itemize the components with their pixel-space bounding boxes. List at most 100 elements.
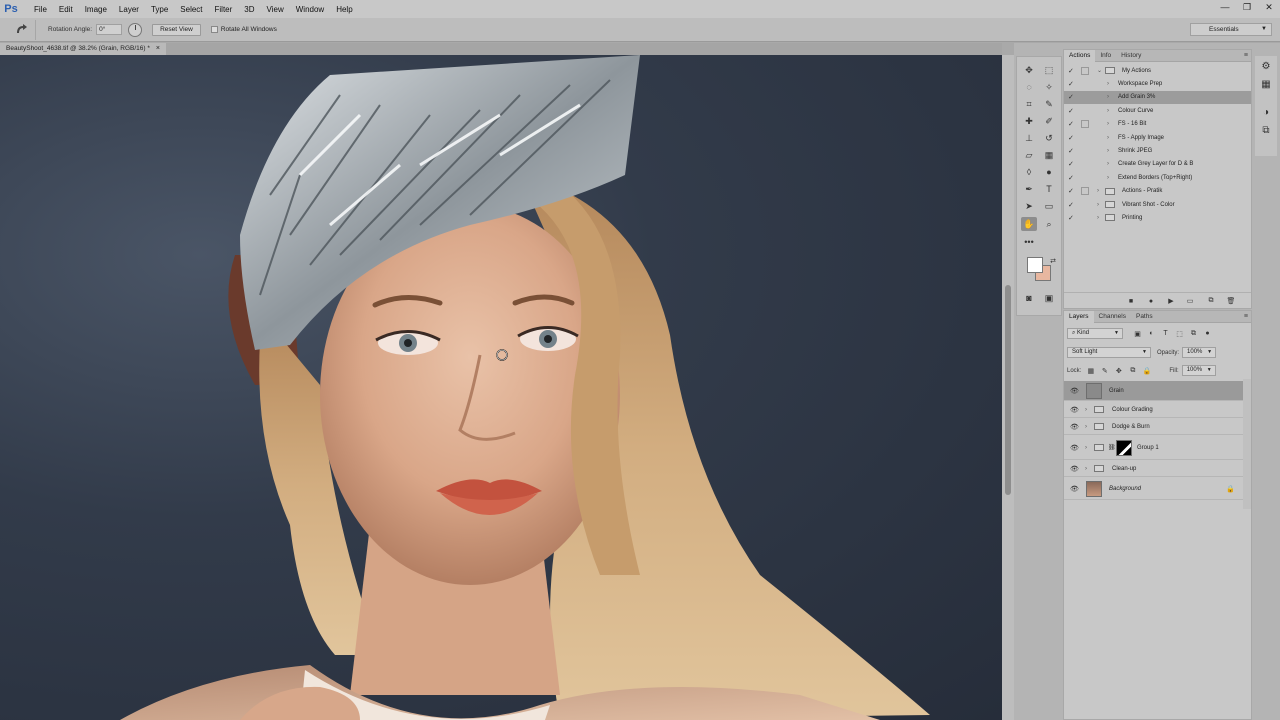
scrollbar-thumb[interactable] — [1005, 285, 1011, 495]
panel-menu-icon[interactable]: ≡ — [1244, 52, 1248, 59]
layer-row[interactable]: 👁 › ⛓ Group 1 — [1064, 436, 1243, 460]
stop-icon[interactable]: ■ — [1126, 296, 1136, 306]
action-row[interactable]: ✓ › Printing — [1064, 211, 1251, 224]
new-action-icon[interactable]: ⧉ — [1206, 296, 1216, 306]
action-row[interactable]: ✓ › Actions - Pratik — [1064, 185, 1251, 198]
modal-toggle-icon[interactable] — [1081, 187, 1089, 196]
minimize-button[interactable]: — — [1214, 0, 1236, 14]
action-row[interactable]: ✓ › Shrink JPEG — [1064, 144, 1251, 157]
action-toggle-checkbox[interactable]: ✓ — [1068, 174, 1074, 182]
chevron-right-icon[interactable]: › — [1085, 407, 1087, 413]
action-toggle-checkbox[interactable]: ✓ — [1068, 93, 1074, 101]
filter-toggle-icon[interactable]: ● — [1203, 329, 1212, 338]
modal-toggle-icon[interactable] — [1081, 66, 1089, 75]
action-toggle-checkbox[interactable]: ✓ — [1068, 160, 1074, 168]
lock-artboard-icon[interactable]: ⧉ — [1128, 366, 1137, 375]
crop-tool-icon[interactable]: ⌗ — [1021, 97, 1037, 111]
action-toggle-checkbox[interactable]: ✓ — [1068, 147, 1074, 155]
zoom-tool-icon[interactable]: ⌕ — [1041, 217, 1057, 231]
tab-info[interactable]: Info — [1095, 50, 1116, 62]
brush-tool-icon[interactable]: ✐ — [1041, 114, 1057, 128]
action-row[interactable]: ✓ › Colour Curve — [1064, 104, 1251, 117]
menu-file[interactable]: File — [28, 5, 53, 14]
new-set-icon[interactable]: ▭ — [1185, 296, 1195, 306]
action-toggle-checkbox[interactable]: ✓ — [1068, 80, 1074, 88]
layers-scrollbar[interactable] — [1243, 379, 1251, 509]
action-row[interactable]: ✓ › Extend Borders (Top+Right) — [1064, 171, 1251, 184]
visibility-eye-icon[interactable]: 👁 — [1070, 386, 1079, 395]
blend-mode-dropdown[interactable]: Soft Light ▼ — [1067, 347, 1151, 358]
visibility-eye-icon[interactable]: 👁 — [1070, 484, 1079, 493]
layer-row[interactable]: 👁 › Colour Grading — [1064, 402, 1243, 418]
menu-edit[interactable]: Edit — [53, 5, 79, 14]
rotation-dial[interactable] — [128, 22, 143, 37]
action-toggle-checkbox[interactable]: ✓ — [1068, 120, 1074, 128]
rotate-view-tool-preset-icon[interactable] — [8, 19, 36, 40]
type-tool-icon[interactable]: T — [1041, 182, 1057, 196]
tab-paths[interactable]: Paths — [1131, 311, 1158, 323]
chevron-right-icon[interactable]: › — [1107, 175, 1109, 181]
tab-layers[interactable]: Layers — [1064, 310, 1094, 323]
menu-help[interactable]: Help — [330, 5, 358, 14]
chevron-right-icon[interactable]: › — [1107, 94, 1109, 100]
move-tool-icon[interactable]: ✥ — [1021, 63, 1037, 77]
eyedropper-tool-icon[interactable]: ✎ — [1041, 97, 1057, 111]
action-toggle-checkbox[interactable]: ✓ — [1068, 67, 1074, 75]
delete-icon[interactable]: 🗑 — [1226, 296, 1236, 306]
gradient-tool-icon[interactable]: ▦ — [1041, 148, 1057, 162]
dodge-tool-icon[interactable]: ● — [1041, 165, 1057, 179]
chevron-right-icon[interactable]: › — [1107, 161, 1109, 167]
restore-button[interactable]: ❐ — [1236, 0, 1258, 14]
visibility-eye-icon[interactable]: 👁 — [1070, 422, 1079, 431]
filter-shape-icon[interactable]: ⬚ — [1175, 329, 1184, 338]
workspace-switcher[interactable]: Essentials ▼ — [1190, 23, 1272, 36]
chevron-right-icon[interactable]: › — [1107, 81, 1109, 87]
action-row[interactable]: ✓ › FS - 16 Bit — [1064, 118, 1251, 131]
action-row[interactable]: ✓ › Vibrant Shot - Color — [1064, 198, 1251, 211]
chevron-down-icon[interactable]: ⌄ — [1097, 67, 1102, 74]
action-toggle-checkbox[interactable]: ✓ — [1068, 201, 1074, 209]
action-row[interactable]: ✓ › Create Grey Layer for D & B — [1064, 158, 1251, 171]
action-toggle-checkbox[interactable]: ✓ — [1068, 107, 1074, 115]
chevron-right-icon[interactable]: › — [1107, 148, 1109, 154]
menu-3d[interactable]: 3D — [238, 5, 260, 14]
modal-toggle-icon[interactable] — [1081, 120, 1089, 129]
menu-image[interactable]: Image — [79, 5, 113, 14]
chevron-right-icon[interactable]: › — [1097, 215, 1099, 221]
healing-brush-tool-icon[interactable]: ✚ — [1021, 114, 1037, 128]
close-button[interactable]: ✕ — [1258, 0, 1280, 14]
chevron-right-icon[interactable]: › — [1085, 466, 1087, 472]
screen-mode-icon[interactable]: ▣ — [1041, 291, 1057, 305]
chevron-right-icon[interactable]: › — [1107, 121, 1109, 127]
visibility-eye-icon[interactable]: 👁 — [1070, 405, 1079, 414]
mask-link-icon[interactable]: ⛓ — [1108, 444, 1116, 451]
menu-filter[interactable]: Filter — [209, 5, 239, 14]
filter-adjustment-icon[interactable]: ◐ — [1147, 329, 1156, 338]
action-row[interactable]: ✓ › Workspace Prep — [1064, 77, 1251, 90]
layer-row[interactable]: 👁 Background 🔒 — [1064, 478, 1243, 500]
layer-row[interactable]: 👁 › Clean-up — [1064, 461, 1243, 477]
menu-type[interactable]: Type — [145, 5, 174, 14]
visibility-eye-icon[interactable]: 👁 — [1070, 464, 1079, 473]
magic-wand-tool-icon[interactable]: ✧ — [1041, 80, 1057, 94]
path-selection-tool-icon[interactable]: ➤ — [1021, 199, 1037, 213]
layer-row[interactable]: 👁 Grain — [1064, 381, 1243, 401]
chevron-right-icon[interactable]: › — [1107, 108, 1109, 114]
adjustments-icon[interactable]: ⚙ — [1260, 60, 1272, 72]
rotate-view-tool-icon[interactable]: ✋ — [1021, 217, 1037, 231]
swap-colors-icon[interactable]: ⇄ — [1045, 254, 1061, 268]
filter-pixel-icon[interactable]: ▣ — [1133, 329, 1142, 338]
history-brush-tool-icon[interactable]: ↺ — [1041, 131, 1057, 145]
lock-all-icon[interactable]: 🔒 — [1142, 366, 1151, 375]
filter-smart-object-icon[interactable]: ⧉ — [1189, 329, 1198, 338]
blur-tool-icon[interactable]: ◊ — [1021, 165, 1037, 179]
rotate-all-windows-checkbox[interactable] — [210, 26, 218, 33]
tab-channels[interactable]: Channels — [1094, 311, 1131, 323]
filter-kind-dropdown[interactable]: ⌕ Kind ▼ — [1067, 328, 1123, 339]
tab-history[interactable]: History — [1116, 50, 1146, 62]
fill-input[interactable]: 100% ▼ — [1181, 365, 1216, 376]
reset-view-button[interactable]: Reset View — [152, 23, 201, 36]
menu-window[interactable]: Window — [290, 5, 330, 14]
tab-actions[interactable]: Actions — [1064, 49, 1096, 62]
lock-pixels-icon[interactable]: ✎ — [1100, 366, 1109, 375]
